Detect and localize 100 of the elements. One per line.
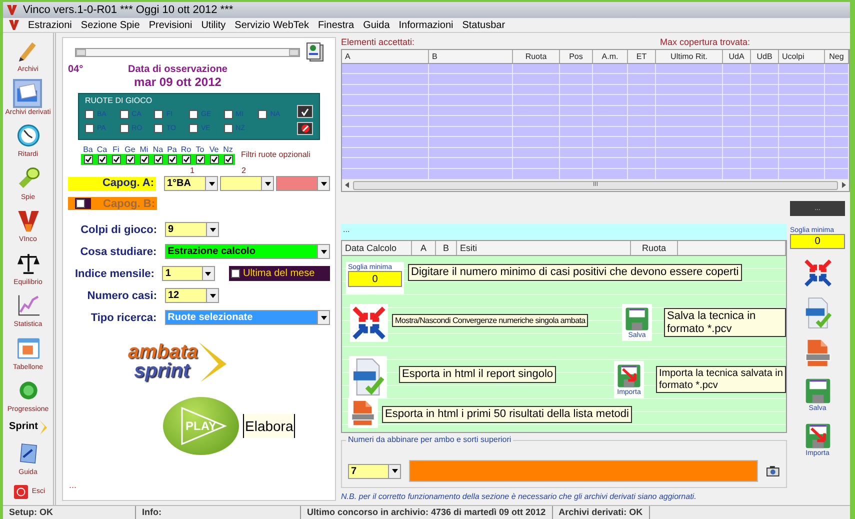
- export-button[interactable]: [350, 304, 388, 342]
- group-title: RUOTE DI GIOCO: [85, 96, 154, 105]
- column-header[interactable]: Data Calcolo: [342, 241, 412, 255]
- documents-icon[interactable]: [306, 42, 324, 62]
- v-shape-icon: [16, 208, 40, 234]
- dropdown[interactable]: 7: [348, 464, 402, 478]
- column-header[interactable]: ET: [628, 50, 656, 63]
- wheel-checkbox[interactable]: [154, 124, 164, 132]
- export-button[interactable]: [804, 297, 832, 329]
- filter-checkbox[interactable]: [126, 155, 134, 164]
- filter-checkbox[interactable]: [210, 155, 218, 164]
- filter-label: Ro: [180, 145, 192, 154]
- column-header[interactable]: Ultimo Rit.: [656, 50, 723, 63]
- document-icon: [804, 339, 832, 367]
- group-title: Numeri da abbinare per ambo e sorti superiori: [346, 435, 514, 444]
- menu-item[interactable]: Statusbar: [462, 20, 506, 30]
- numbers-field[interactable]: [409, 460, 758, 482]
- dropdown[interactable]: 12: [165, 288, 219, 303]
- wheel-checkbox[interactable]: [189, 110, 198, 118]
- tooltip: Esporta in html i primi 50 risultati della lista metodi: [382, 406, 632, 423]
- menu-item[interactable]: Informazioni: [398, 20, 454, 30]
- threshold-field[interactable]: 0: [790, 234, 845, 249]
- filter-checkbox[interactable]: [112, 155, 120, 164]
- filter-checkbox[interactable]: [168, 155, 176, 164]
- menu-item[interactable]: Previsioni: [148, 20, 192, 30]
- column-header[interactable]: Pos: [560, 50, 593, 63]
- wheel-checkbox[interactable]: [189, 124, 198, 132]
- filter-label: Ba: [82, 145, 94, 154]
- observation-label: Data di osservazione: [128, 64, 228, 75]
- calendar-icon: [16, 336, 40, 361]
- status-text: Archivi derivati: OK: [552, 506, 650, 519]
- column-header[interactable]: A.m.: [593, 50, 628, 63]
- status-text: Info:: [136, 506, 301, 519]
- column-header[interactable]: Ucolpi: [779, 50, 825, 63]
- document-check-icon: [351, 358, 385, 396]
- column-header[interactable]: A: [342, 50, 429, 63]
- menu-item[interactable]: Guida: [363, 20, 390, 30]
- camera-icon[interactable]: [766, 465, 780, 477]
- filter-checkbox[interactable]: [154, 155, 162, 164]
- column-header[interactable]: B: [436, 241, 457, 255]
- wheel-checkbox[interactable]: [85, 124, 94, 132]
- filter-caption: Filtri ruote opzionali: [241, 150, 310, 159]
- capog-b-label: Capog. B:: [103, 198, 156, 210]
- option-checkbox[interactable]: [230, 269, 240, 278]
- wheel-checkbox[interactable]: [258, 110, 268, 118]
- column-header[interactable]: Ruota: [513, 50, 560, 63]
- column-header[interactable]: B: [429, 50, 513, 63]
- column-header[interactable]: UdB: [751, 50, 779, 63]
- tooltip: Importa la tecnica salvata in formato *.pcv: [656, 366, 786, 393]
- threshold-field[interactable]: 0: [348, 271, 402, 287]
- wheel-checkbox[interactable]: [85, 110, 94, 118]
- export-button[interactable]: [804, 339, 832, 367]
- wheel-checkbox[interactable]: [120, 124, 129, 132]
- filter-checkbox[interactable]: [98, 155, 106, 164]
- column-header[interactable]: Ruota: [631, 241, 678, 255]
- menu-item[interactable]: Estrazioni: [28, 20, 72, 30]
- swoosh-icon: [198, 341, 228, 383]
- menu-item[interactable]: Servizio WebTek: [234, 20, 309, 30]
- clear-all-button[interactable]: [297, 122, 313, 135]
- menu-item[interactable]: Utility: [201, 20, 226, 30]
- filter-checkbox[interactable]: [224, 155, 232, 164]
- convergence-button[interactable]: [804, 259, 832, 287]
- check-all-button[interactable]: [297, 105, 313, 118]
- filter-label: To: [194, 145, 206, 154]
- filter-checkbox[interactable]: [182, 155, 190, 164]
- wheel-checkbox[interactable]: [224, 110, 233, 118]
- wheel-checkbox[interactable]: [224, 124, 233, 132]
- option-label: Ultima del mese: [242, 268, 315, 279]
- filter-checkbox[interactable]: [84, 155, 92, 164]
- left-arrow-icon[interactable]: [345, 182, 349, 188]
- dropdown[interactable]: 1°BA: [164, 176, 218, 191]
- filter-checkbox[interactable]: [196, 155, 204, 164]
- wheel-checkbox[interactable]: [120, 110, 129, 118]
- export-button[interactable]: [348, 398, 378, 428]
- column-header[interactable]: Neg: [825, 50, 849, 63]
- setting-label: Cosa studiare:: [79, 246, 157, 258]
- dropdown[interactable]: [220, 176, 274, 191]
- filter-label: Nz: [222, 145, 234, 154]
- tooltip: Esporta in html il report singolo: [399, 366, 556, 383]
- column-header[interactable]: Esiti: [457, 241, 631, 255]
- caret-icon: [320, 316, 326, 320]
- column-header[interactable]: UdA: [723, 50, 751, 63]
- dropdown[interactable]: 1: [162, 266, 215, 281]
- dropdown[interactable]: 9: [165, 222, 219, 237]
- column-header[interactable]: A: [412, 241, 436, 255]
- filter-checkbox[interactable]: [140, 155, 148, 164]
- converging-arrows-icon: [804, 259, 832, 287]
- dropdown[interactable]: Estrazione calcolo: [164, 244, 330, 259]
- tooltip: Mostra/Nascondi Convergenze numeriche singola ambata: [392, 314, 588, 328]
- scrollbar[interactable]: [75, 48, 300, 56]
- menu-item[interactable]: Sezione Spie: [80, 20, 140, 30]
- toolbar-button[interactable]: Sprint: [7, 418, 49, 436]
- accepted-label: Elementi accettati:: [341, 37, 415, 49]
- setting-label: Indice mensile:: [74, 268, 154, 280]
- right-arrow-icon[interactable]: [842, 182, 846, 188]
- tooltip: Digitare il numero minimo di casi positivi che devono essere coperti: [408, 264, 742, 281]
- export-button[interactable]: [349, 356, 387, 398]
- menu-item[interactable]: Finestra: [318, 20, 354, 30]
- wheel-checkbox[interactable]: [154, 110, 164, 118]
- setting-label: Numero casi:: [86, 290, 157, 302]
